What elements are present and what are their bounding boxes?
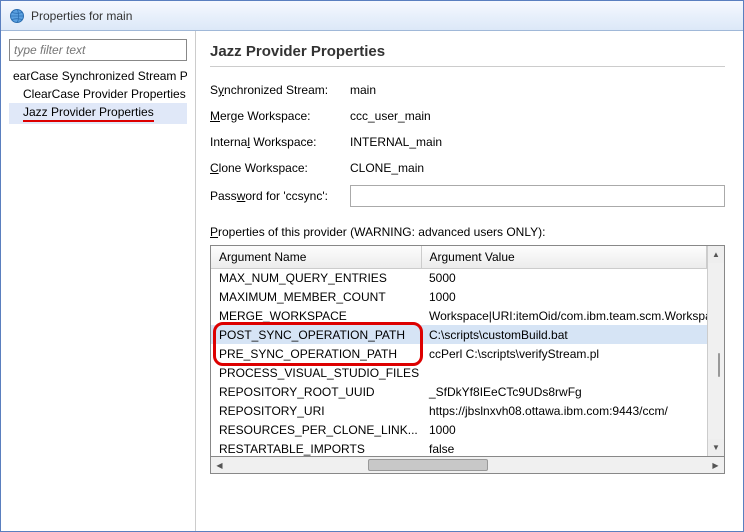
hscroll-thumb[interactable] <box>368 459 488 471</box>
password-label: Password for 'ccsync': <box>210 189 350 203</box>
cell-argument-value: 5000 <box>421 268 707 287</box>
sidebar-item-synchronized-stream[interactable]: earCase Synchronized Stream Pr <box>9 67 187 85</box>
column-header-name[interactable]: Argument Name <box>211 246 421 268</box>
page-heading: Jazz Provider Properties <box>210 43 725 60</box>
cell-argument-value: Workspace|URI:itemOid/com.ibm.team.scm.W… <box>421 306 707 325</box>
merge-workspace-value: ccc_user_main <box>350 107 725 125</box>
cell-argument-name: MAX_NUM_QUERY_ENTRIES <box>211 268 421 287</box>
table-container: Argument Name Argument Value MAX_NUM_QUE… <box>210 245 725 474</box>
divider <box>210 66 725 67</box>
scroll-up-icon[interactable]: ▲ <box>708 246 724 263</box>
cell-argument-name: REPOSITORY_URI <box>211 401 421 420</box>
sync-stream-label: Synchronized Stream: <box>210 83 350 97</box>
internal-workspace-value: INTERNAL_main <box>350 133 725 151</box>
scroll-thumb[interactable] <box>718 353 720 377</box>
window-title: Properties for main <box>31 9 132 23</box>
scroll-right-icon[interactable]: ▶ <box>707 457 724 473</box>
cell-argument-name: RESTARTABLE_IMPORTS <box>211 439 421 456</box>
horizontal-scrollbar[interactable]: ◀ ▶ <box>210 457 725 474</box>
cell-argument-value: https://jbslnxvh08.ottawa.ibm.com:9443/c… <box>421 401 707 420</box>
cell-argument-name: POST_SYNC_OPERATION_PATH <box>211 325 421 344</box>
table-row[interactable]: PROCESS_VISUAL_STUDIO_FILES <box>211 363 707 382</box>
sidebar-item-clearcase-provider[interactable]: ClearCase Provider Properties <box>9 85 187 103</box>
vertical-scrollbar[interactable]: ▲ ▼ <box>707 246 724 456</box>
cell-argument-name: MAXIMUM_MEMBER_COUNT <box>211 287 421 306</box>
content-pane: Jazz Provider Properties Synchronized St… <box>196 31 743 531</box>
cell-argument-name: PRE_SYNC_OPERATION_PATH <box>211 344 421 363</box>
cell-argument-value: 1000 <box>421 287 707 306</box>
cell-argument-name: PROCESS_VISUAL_STUDIO_FILES <box>211 363 421 382</box>
table-row[interactable]: REPOSITORY_ROOT_UUID_SfDkYf8IEeCTc9UDs8r… <box>211 382 707 401</box>
table-row[interactable]: MAXIMUM_MEMBER_COUNT1000 <box>211 287 707 306</box>
internal-workspace-label: Internal Workspace: <box>210 135 350 149</box>
cell-argument-value <box>421 363 707 382</box>
cell-argument-value: _SfDkYf8IEeCTc9UDs8rwFg <box>421 382 707 401</box>
table-row[interactable]: PRE_SYNC_OPERATION_PATHccPerl C:\scripts… <box>211 344 707 363</box>
cell-argument-value: false <box>421 439 707 456</box>
cell-argument-value: C:\scripts\customBuild.bat <box>421 325 707 344</box>
password-input[interactable] <box>350 185 725 207</box>
form: Synchronized Stream: main Merge Workspac… <box>210 81 725 207</box>
table-row[interactable]: RESTARTABLE_IMPORTSfalse <box>211 439 707 456</box>
titlebar: Properties for main <box>1 1 743 31</box>
cell-argument-name: RESOURCES_PER_CLONE_LINK... <box>211 420 421 439</box>
clone-workspace-value: CLONE_main <box>350 159 725 177</box>
table-row[interactable]: MERGE_WORKSPACEWorkspace|URI:itemOid/com… <box>211 306 707 325</box>
cell-argument-name: REPOSITORY_ROOT_UUID <box>211 382 421 401</box>
cell-argument-name: MERGE_WORKSPACE <box>211 306 421 325</box>
table-row[interactable]: POST_SYNC_OPERATION_PATHC:\scripts\custo… <box>211 325 707 344</box>
sidebar: earCase Synchronized Stream Pr ClearCase… <box>1 31 196 531</box>
scroll-down-icon[interactable]: ▼ <box>708 439 724 456</box>
globe-icon <box>9 8 25 24</box>
properties-table: Argument Name Argument Value MAX_NUM_QUE… <box>211 246 707 456</box>
cell-argument-value: ccPerl C:\scripts\verifyStream.pl <box>421 344 707 363</box>
table-row[interactable]: MAX_NUM_QUERY_ENTRIES5000 <box>211 268 707 287</box>
merge-workspace-label: Merge Workspace: <box>210 109 350 123</box>
filter-input[interactable] <box>9 39 187 61</box>
properties-label: Properties of this provider (WARNING: ad… <box>210 225 725 239</box>
cell-argument-value: 1000 <box>421 420 707 439</box>
table-row[interactable]: RESOURCES_PER_CLONE_LINK...1000 <box>211 420 707 439</box>
clone-workspace-label: Clone Workspace: <box>210 161 350 175</box>
sync-stream-value: main <box>350 81 725 99</box>
column-header-value[interactable]: Argument Value <box>421 246 707 268</box>
scroll-left-icon[interactable]: ◀ <box>211 457 228 473</box>
sidebar-item-jazz-provider[interactable]: Jazz Provider Properties <box>9 103 187 124</box>
table-row[interactable]: REPOSITORY_URIhttps://jbslnxvh08.ottawa.… <box>211 401 707 420</box>
